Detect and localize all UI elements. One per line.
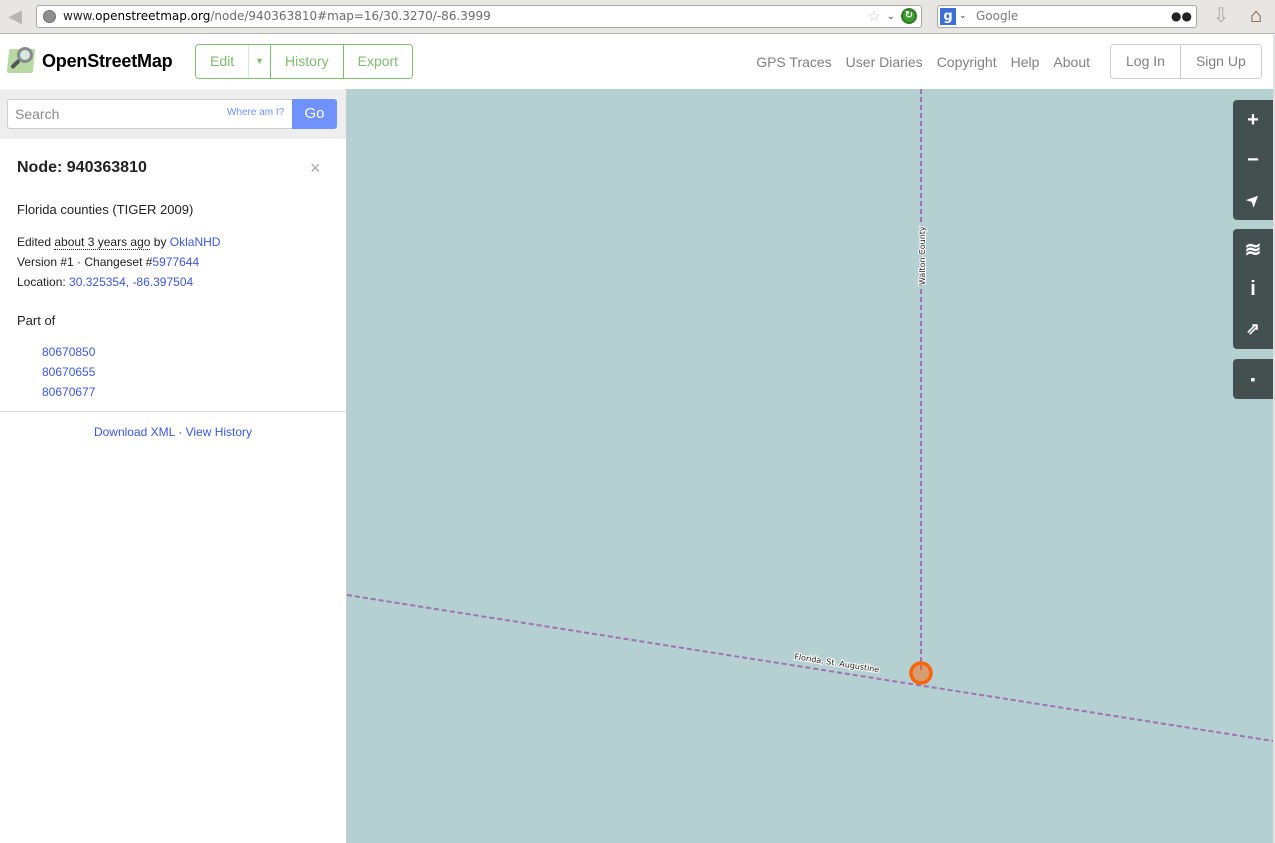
nav-copyright[interactable]: Copyright: [937, 54, 997, 70]
edited-by: by: [150, 235, 170, 249]
add-note-button[interactable]: ▪: [1233, 359, 1273, 399]
close-icon[interactable]: ×: [310, 159, 321, 177]
changeset-link[interactable]: 5977644: [152, 255, 199, 269]
page-title: Node: 940363810: [17, 159, 147, 176]
map-label-st-augustine: Florida, St. Augustine: [794, 652, 880, 674]
edit-button[interactable]: Edit: [196, 45, 250, 78]
location-arrow-icon: ➤: [1242, 189, 1264, 211]
layers-button[interactable]: ≋: [1233, 229, 1273, 269]
zoom-in-button[interactable]: +: [1233, 100, 1273, 140]
divider: [0, 411, 346, 412]
edited-prefix: Edited: [17, 235, 55, 249]
version-text: Version #1 · Changeset #: [17, 255, 153, 269]
map-svg: Walton County Florida, St. Augustine: [347, 89, 1273, 742]
node-metadata: Edited about 3 years ago by OklaNHD Vers…: [17, 232, 220, 292]
locate-button[interactable]: ➤: [1233, 180, 1273, 220]
plus-icon: +: [1247, 108, 1259, 131]
home-button[interactable]: ⌂: [1244, 4, 1268, 28]
reload-icon[interactable]: ↻: [901, 8, 917, 24]
edit-dropdown-caret-icon[interactable]: ▼: [248, 45, 272, 78]
url-path: /node/940363810#map=16/30.3270/-86.3999: [210, 9, 491, 23]
map-canvas[interactable]: Walton County Florida, St. Augustine + −…: [347, 89, 1273, 843]
node-marker[interactable]: [909, 661, 933, 685]
part-of-list: 80670850 80670655 80670677: [42, 342, 95, 402]
county-boundary-diagonal: [347, 594, 1273, 742]
login-button[interactable]: Log In: [1111, 45, 1181, 78]
back-arrow-icon: ◀: [8, 6, 22, 26]
editor-link[interactable]: OklaNHD: [170, 235, 221, 249]
export-button[interactable]: Export: [343, 45, 413, 78]
auth-button-group: Log In Sign Up: [1110, 44, 1262, 79]
url-host: openstreetmap.org: [95, 9, 211, 23]
bookmark-star-icon[interactable]: ☆: [868, 6, 881, 27]
zoom-controls: + − ➤: [1233, 100, 1273, 220]
list-item: 80670677: [42, 382, 95, 402]
nav-gps-traces[interactable]: GPS Traces: [756, 54, 831, 70]
search-placeholder: Google: [976, 9, 1019, 23]
home-icon: ⌂: [1249, 5, 1263, 27]
google-icon[interactable]: g: [940, 8, 956, 25]
downloads-button[interactable]: ⇩: [1210, 4, 1232, 28]
list-item: 80670850: [42, 342, 95, 362]
edit-button-group: Edit ▼ History Export: [195, 44, 414, 79]
history-button[interactable]: History: [271, 45, 344, 78]
brand-name: OpenStreetMap: [42, 50, 173, 71]
binoculars-icon[interactable]: ●●: [1171, 6, 1192, 27]
go-button[interactable]: Go: [292, 99, 337, 129]
layers-icon: ≋: [1244, 238, 1262, 261]
map-tools: ≋ i ⇗: [1233, 229, 1273, 349]
map-key-button[interactable]: i: [1233, 269, 1273, 309]
search-bar: Where am I? Go: [0, 89, 346, 139]
download-arrow-icon: ⇩: [1212, 5, 1230, 27]
url-prefix: www.: [63, 9, 96, 23]
where-am-i-link[interactable]: Where am I?: [227, 107, 284, 118]
info-icon: i: [1250, 277, 1256, 300]
location-label: Location:: [17, 275, 70, 289]
nav-help[interactable]: Help: [1011, 54, 1040, 70]
browser-toolbar: ◀ www.openstreetmap.org/node/940363810#m…: [0, 0, 1275, 34]
location-link[interactable]: 30.325354, -86.397504: [69, 275, 193, 289]
zoom-out-button[interactable]: −: [1233, 140, 1273, 180]
view-history-link[interactable]: View History: [186, 425, 252, 439]
site-header: OpenStreetMap Edit ▼ History Export GPS …: [0, 35, 1273, 89]
nav-about[interactable]: About: [1053, 54, 1090, 70]
speech-bubble-icon: ▪: [1250, 371, 1256, 387]
part-of-heading: Part of: [17, 313, 56, 328]
map-label-walton-county: Walton County: [918, 226, 927, 285]
logo[interactable]: OpenStreetMap: [6, 46, 173, 76]
signup-button[interactable]: Sign Up: [1180, 45, 1261, 78]
search-engine-dropdown-icon[interactable]: ⌄: [959, 6, 967, 27]
minus-icon: −: [1247, 148, 1259, 171]
way-link[interactable]: 80670850: [42, 345, 95, 359]
node-name: Florida counties (TIGER 2009): [17, 202, 194, 217]
separator: ·: [174, 425, 186, 439]
globe-icon: [43, 10, 56, 23]
osm-magnifier-icon: [6, 47, 36, 75]
edited-time: about 3 years ago: [54, 235, 151, 250]
url-bar[interactable]: www.openstreetmap.org/node/940363810#map…: [36, 5, 922, 28]
secondary-actions: Download XML · View History: [0, 425, 346, 439]
way-link[interactable]: 80670655: [42, 365, 95, 379]
share-button[interactable]: ⇗: [1233, 309, 1273, 349]
download-xml-link[interactable]: Download XML: [94, 425, 175, 439]
list-item: 80670655: [42, 362, 95, 382]
sidebar: Where am I? Go Node: 940363810 × Florida…: [0, 89, 347, 843]
notes-controls: ▪: [1233, 359, 1273, 399]
main-nav: GPS Traces User Diaries Copyright Help A…: [742, 44, 1090, 79]
url-history-dropdown-icon[interactable]: ⌄: [887, 6, 895, 27]
way-link[interactable]: 80670677: [42, 385, 95, 399]
share-icon: ⇗: [1246, 321, 1260, 338]
browser-search-field[interactable]: g ⌄ Google ●●: [937, 5, 1197, 28]
back-button[interactable]: ◀: [4, 6, 26, 26]
nav-user-diaries[interactable]: User Diaries: [846, 54, 923, 70]
